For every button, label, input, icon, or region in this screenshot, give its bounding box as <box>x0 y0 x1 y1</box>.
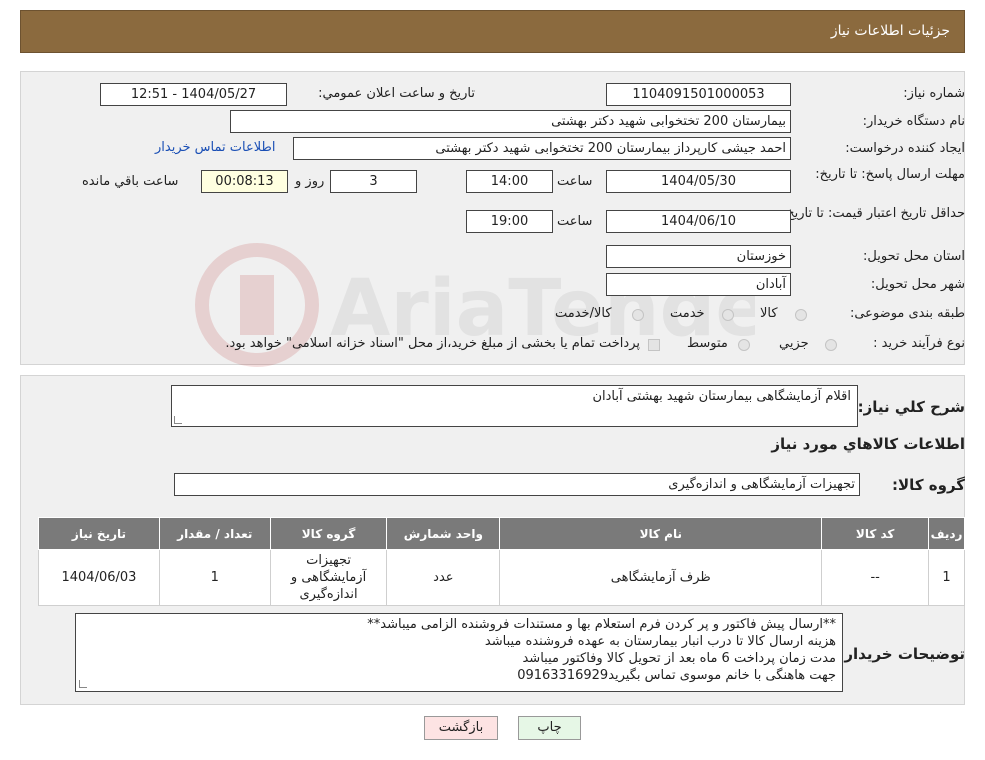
col-group: گروه كالا <box>269 517 388 550</box>
category-option-goods-service: کالا/خدمت <box>555 306 612 321</box>
items-table: رديف كد كالا نام كالا واحد شمارش گروه كا… <box>38 517 965 606</box>
cell-group: تجهیزات آزمایشگاهی و اندازه‌گیری <box>269 549 388 606</box>
creator-field: احمد جیشی کارپرداز بیمارستان 200 تختخواب… <box>293 137 791 160</box>
col-name: نام كالا <box>499 517 823 550</box>
notes-line: مدت زمان پرداخت 6 ماه بعد از تحویل کالا … <box>522 651 836 666</box>
buyer-org-label: نام دستگاه خريدار: <box>862 114 965 129</box>
validity-time-label: ساعت <box>557 214 593 229</box>
category-radio-service[interactable] <box>722 309 734 321</box>
deadline-time-label: ساعت <box>557 174 593 189</box>
description-field: اقلام آزمایشگاهی بیمارستان شهید بهشتی آب… <box>171 385 858 427</box>
print-button[interactable]: چاپ <box>518 716 581 740</box>
group-field: تجهیزات آزمایشگاهی و اندازه‌گیری <box>174 473 860 496</box>
purchase-option-medium: متوسط <box>687 336 728 351</box>
category-radio-goods-service[interactable] <box>632 309 644 321</box>
notes-line: جهت هاهنگی با خانم موسوی تماس بگیرید0916… <box>517 668 836 683</box>
province-field: خوزستان <box>606 245 791 268</box>
category-option-service: خدمت <box>670 306 705 321</box>
validity-time-field: 19:00 <box>466 210 553 233</box>
creator-label: ايجاد کننده درخواست: <box>845 141 965 156</box>
notes-field: **ارسال پیش فاکتور و پر کردن فرم استعلام… <box>75 613 843 692</box>
group-label: گروه كالا: <box>892 476 965 494</box>
cell-unit: عدد <box>386 549 501 606</box>
col-code: كد كالا <box>821 517 930 550</box>
cell-name: ظرف آزمایشگاهی <box>499 549 823 606</box>
validity-date-field: 1404/06/10 <box>606 210 791 233</box>
deadline-time-field: 14:00 <box>466 170 553 193</box>
need-number-label: شماره نیاز: <box>903 86 965 101</box>
deadline-date-field: 1404/05/30 <box>606 170 791 193</box>
cell-date: 1404/06/03 <box>38 549 160 606</box>
description-label: شرح كلي نياز: <box>857 398 965 416</box>
remaining-label: ساعت باقي مانده <box>82 174 179 189</box>
notes-resize-grip-icon[interactable] <box>79 680 87 688</box>
deadline-label: مهلت ارسال پاسخ: تا تاریخ: <box>815 167 965 182</box>
page-title: جزئیات اطلاعات نیاز <box>830 23 950 39</box>
category-radio-goods[interactable] <box>795 309 807 321</box>
col-unit: واحد شمارش <box>386 517 501 550</box>
category-option-goods: کالا <box>760 306 778 321</box>
purchase-radio-medium[interactable] <box>738 339 750 351</box>
days-field: 3 <box>330 170 417 193</box>
treasury-checkbox[interactable] <box>648 339 660 351</box>
cell-code: -- <box>821 549 930 606</box>
cell-index: 1 <box>928 549 965 606</box>
col-qty: تعداد / مقدار <box>158 517 271 550</box>
need-number-field: 1104091501000053 <box>606 83 791 106</box>
purchase-radio-minor[interactable] <box>825 339 837 351</box>
validity-label: حداقل تاريخ اعتبار قيمت: تا تاريخ: <box>781 206 965 221</box>
purchase-type-label: نوع فرآيند خريد : <box>873 336 965 351</box>
province-label: استان محل تحويل: <box>863 249 965 264</box>
table-header-row: رديف كد كالا نام كالا واحد شمارش گروه كا… <box>38 517 965 550</box>
notes-label: توضيحات خريدار: <box>838 645 965 663</box>
category-label: طبقه بندی موضوعی: <box>849 306 965 321</box>
remaining-time-field: 00:08:13 <box>201 170 288 193</box>
notes-line: هزینه ارسال کالا تا درب انبار بیمارستان … <box>484 634 836 649</box>
announce-field: 1404/05/27 - 12:51 <box>100 83 287 106</box>
items-title: اطلاعات كالاهاي مورد نياز <box>771 435 965 453</box>
col-date: تاريخ نياز <box>38 517 160 550</box>
days-label: روز و <box>295 174 325 189</box>
buyer-org-field: بیمارستان 200 تختخوابی شهید دکتر بهشتی <box>230 110 791 133</box>
purchase-note: پرداخت تمام يا بخشی از مبلغ خريد،از محل … <box>225 336 640 351</box>
back-button[interactable]: بازگشت <box>424 716 498 740</box>
city-label: شهر محل تحويل: <box>870 277 965 292</box>
col-index: رديف <box>928 517 965 550</box>
purchase-option-minor: جزیي <box>779 336 809 351</box>
table-row: 1 -- ظرف آزمایشگاهی عدد تجهیزات آزمایشگا… <box>38 549 965 606</box>
city-field: آبادان <box>606 273 791 296</box>
cell-qty: 1 <box>158 549 271 606</box>
notes-line: **ارسال پیش فاکتور و پر کردن فرم استعلام… <box>367 617 836 632</box>
resize-grip-icon[interactable] <box>174 416 182 424</box>
announce-label: تاریخ و ساعت اعلان عمومي: <box>318 86 475 101</box>
page-header: جزئیات اطلاعات نیاز <box>20 10 965 53</box>
buyer-contact-link[interactable]: اطلاعات تماس خريدار <box>155 140 275 155</box>
